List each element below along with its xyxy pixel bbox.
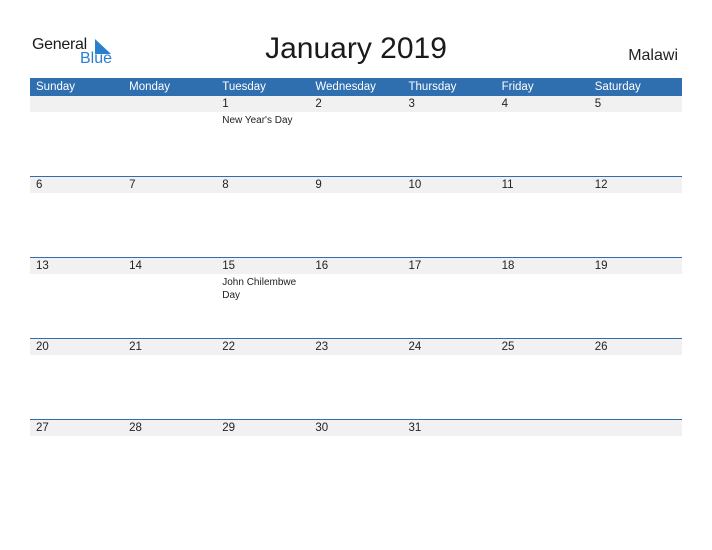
day-cell: 7 [123,176,216,256]
weekday-header: Sunday Monday Tuesday Wednesday Thursday… [30,78,682,96]
country-label: Malawi [628,47,678,64]
day-number: 19 [594,260,608,272]
day-cell: 28 [123,419,216,499]
day-number: 23 [315,341,329,353]
weekday-friday: Friday [501,81,534,93]
day-number: 27 [36,422,49,434]
day-number: 6 [36,179,43,191]
weekday-sunday: Sunday [36,81,76,93]
day-cell: 4 [496,95,589,175]
day-cell: 8 [216,176,309,256]
day-number: 13 [36,260,49,272]
day-cell: 21 [123,338,216,418]
day-number: 7 [129,179,136,191]
day-cell: 6 [30,176,123,256]
weekday-thursday: Thursday [408,81,457,93]
day-cell: 27 [30,419,123,499]
day-number: 15 [222,260,236,272]
day-cell: 5 [589,95,682,175]
day-number: 17 [408,260,422,272]
day-number: 24 [408,341,422,353]
day-cell: 2 [309,95,402,175]
day-cell: 24 [403,338,496,418]
day-cell: 14 [123,257,216,337]
weekday-tuesday: Tuesday [222,81,266,93]
day-cell: 11 [496,176,589,256]
day-cell: 26 [589,338,682,418]
day-cell: 23 [309,338,402,418]
day-number: 2 [315,98,322,110]
day-cell: 12 [589,176,682,256]
day-cell: 10 [403,176,496,256]
weekday-saturday: Saturday [594,81,641,93]
day-cell: 20 [30,338,123,418]
day-cell [589,419,682,499]
day-number: 20 [36,341,49,353]
day-number: 14 [129,260,142,272]
day-number: 3 [408,98,415,110]
day-cell [123,95,216,175]
week-row: 20 21 22 23 24 25 26 [30,338,682,418]
calendar-title: January 2019 [265,32,447,65]
day-cell: 18 [496,257,589,337]
day-cell: 13 [30,257,123,337]
day-number: 18 [501,260,515,272]
weekday-wednesday: Wednesday [315,81,376,93]
day-number: 8 [222,179,229,191]
day-number: 10 [408,179,422,191]
day-cell: 19 [589,257,682,337]
day-cell: 29 [216,419,309,499]
day-cell: 22 [216,338,309,418]
day-cell: 31 [403,419,496,499]
day-number: 16 [315,260,329,272]
day-number: 26 [594,341,608,353]
day-cell: 16 [309,257,402,337]
day-cell: 9 [309,176,402,256]
week-row: 1 New Year's Day 2 3 4 5 [30,95,682,175]
day-number: 21 [129,341,142,353]
day-cell: 3 [403,95,496,175]
day-number: 4 [501,98,509,110]
holiday-label: New Year's Day [222,115,293,126]
day-number: 28 [129,422,142,434]
day-number: 1 [222,98,229,110]
week-row: 6 7 8 9 10 11 12 [30,176,682,256]
day-number: 25 [501,341,515,353]
day-cell [496,419,589,499]
day-number: 22 [222,341,236,353]
day-number: 29 [222,422,236,434]
day-number: 12 [594,179,608,191]
holiday-label: John Chilembwe Day [222,277,297,301]
week-row: 13 14 15 John Chilembwe Day 16 17 18 19 [30,257,682,337]
day-number: 31 [408,422,422,434]
day-cell: 30 [309,419,402,499]
day-number: 30 [315,422,329,434]
day-number: 11 [501,179,514,191]
weekday-monday: Monday [129,81,171,93]
day-number: 5 [594,98,602,110]
day-cell: 1 New Year's Day [216,95,309,175]
day-number: 9 [315,179,322,191]
day-cell: 15 John Chilembwe Day [216,257,309,337]
day-cell [30,95,123,175]
week-row: 27 28 29 30 31 [30,419,682,499]
day-cell: 25 [496,338,589,418]
day-cell: 17 [403,257,496,337]
